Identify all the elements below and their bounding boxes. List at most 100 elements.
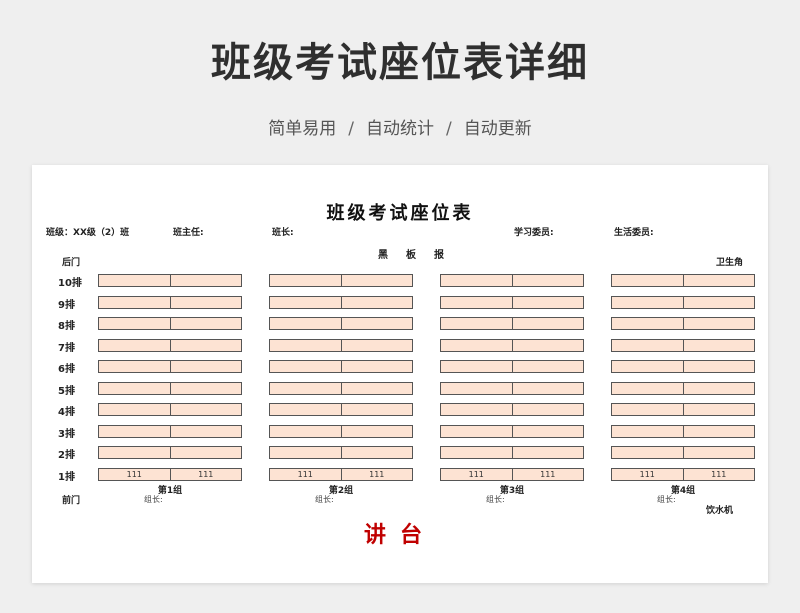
seat-cell[interactable] bbox=[612, 426, 683, 437]
seat-cell[interactable] bbox=[441, 447, 512, 458]
seat-cell[interactable]: 111 bbox=[340, 468, 413, 480]
seat-cell[interactable] bbox=[340, 275, 413, 286]
seat-cell[interactable] bbox=[340, 318, 413, 329]
seat-cell[interactable] bbox=[612, 404, 683, 415]
desk-row bbox=[611, 360, 755, 373]
seat-cell[interactable] bbox=[340, 447, 413, 458]
seat-cell[interactable]: 111 bbox=[682, 468, 755, 480]
seat-cell[interactable] bbox=[169, 275, 242, 286]
seat-cell[interactable] bbox=[441, 297, 512, 308]
seat-cell[interactable] bbox=[441, 426, 512, 437]
seat-cell[interactable] bbox=[612, 275, 683, 286]
desk-row bbox=[269, 446, 413, 459]
seat-cell[interactable] bbox=[682, 447, 755, 458]
seat-cell[interactable] bbox=[169, 296, 242, 308]
seat-cell[interactable]: 111 bbox=[612, 469, 683, 480]
seat-cell[interactable] bbox=[169, 404, 242, 415]
seat-cell[interactable]: 111 bbox=[441, 469, 512, 480]
seat-cell[interactable] bbox=[270, 275, 341, 286]
seat-cell[interactable] bbox=[612, 383, 683, 394]
seat-cell[interactable] bbox=[441, 275, 512, 286]
seat-cell[interactable]: 111 bbox=[270, 469, 341, 480]
seat-cell[interactable] bbox=[270, 361, 341, 372]
seat-cell[interactable] bbox=[270, 404, 341, 415]
blackboard-label: 黑 板 报 bbox=[378, 250, 448, 261]
seat-cell[interactable] bbox=[99, 383, 170, 394]
seat-cell[interactable]: 111 bbox=[169, 468, 242, 480]
seat-cell[interactable] bbox=[511, 318, 584, 329]
seat-cell[interactable] bbox=[612, 361, 683, 372]
desk-row bbox=[98, 403, 242, 416]
seat-cell[interactable] bbox=[270, 426, 341, 437]
seat-cell[interactable] bbox=[511, 296, 584, 308]
desk-row bbox=[98, 338, 242, 352]
seat-cell[interactable]: 111 bbox=[99, 469, 170, 480]
seat-cell[interactable] bbox=[511, 425, 584, 437]
group-name: 第4组 bbox=[670, 485, 696, 496]
seat-cell[interactable] bbox=[511, 447, 584, 458]
seat-cell[interactable] bbox=[270, 447, 341, 458]
seat-cell[interactable] bbox=[612, 297, 683, 308]
row-label: 8排 bbox=[58, 321, 75, 332]
seat-cell[interactable] bbox=[441, 383, 512, 394]
seat-cell[interactable] bbox=[340, 339, 413, 351]
seat-cell[interactable] bbox=[340, 425, 413, 437]
seat-cell[interactable] bbox=[270, 340, 341, 351]
seat-cell[interactable] bbox=[441, 318, 512, 329]
desk-row: 111 111 bbox=[269, 467, 413, 481]
monitor-info: 班长: bbox=[272, 228, 294, 238]
seat-cell[interactable] bbox=[340, 361, 413, 372]
life-rep-info: 生活委员: bbox=[614, 228, 654, 238]
seat-cell[interactable] bbox=[682, 318, 755, 329]
desk-row bbox=[98, 424, 242, 438]
seat-cell[interactable] bbox=[340, 296, 413, 308]
desk-row bbox=[98, 295, 242, 309]
seat-cell[interactable] bbox=[99, 318, 170, 329]
seat-cell[interactable] bbox=[99, 426, 170, 437]
seat-cell[interactable] bbox=[511, 275, 584, 286]
seat-cell[interactable] bbox=[511, 339, 584, 351]
seat-cell[interactable] bbox=[169, 447, 242, 458]
seat-cell[interactable] bbox=[270, 297, 341, 308]
seat-cell[interactable] bbox=[441, 361, 512, 372]
seat-cell[interactable] bbox=[99, 275, 170, 286]
group-leader-label: 组长: bbox=[315, 494, 334, 504]
seat-cell[interactable] bbox=[612, 447, 683, 458]
seat-cell[interactable] bbox=[99, 340, 170, 351]
seat-cell[interactable] bbox=[682, 425, 755, 437]
seat-cell[interactable] bbox=[682, 382, 755, 394]
seat-cell[interactable] bbox=[682, 275, 755, 286]
seat-cell[interactable] bbox=[612, 318, 683, 329]
seat-cell[interactable] bbox=[340, 382, 413, 394]
seat-cell[interactable] bbox=[99, 297, 170, 308]
seat-cell[interactable] bbox=[682, 404, 755, 415]
row-label: 1排 bbox=[58, 471, 75, 483]
seat-cell[interactable] bbox=[169, 339, 242, 351]
seat-cell[interactable] bbox=[99, 404, 170, 415]
seat-cell[interactable] bbox=[441, 340, 512, 351]
desk-row bbox=[440, 446, 584, 459]
seat-cell[interactable] bbox=[169, 382, 242, 394]
seat-cell[interactable]: 111 bbox=[511, 468, 584, 480]
seat-cell[interactable] bbox=[169, 361, 242, 372]
seat-cell[interactable] bbox=[169, 425, 242, 437]
seat-cell[interactable] bbox=[511, 382, 584, 394]
seat-cell[interactable] bbox=[612, 340, 683, 351]
seat-cell[interactable] bbox=[682, 296, 755, 308]
seat-cell[interactable] bbox=[270, 318, 341, 329]
seat-cell[interactable] bbox=[270, 383, 341, 394]
seat-cell[interactable] bbox=[511, 404, 584, 415]
seat-cell[interactable] bbox=[99, 361, 170, 372]
seat-cell[interactable] bbox=[682, 339, 755, 351]
desk-row bbox=[98, 274, 242, 287]
seat-cell[interactable] bbox=[441, 404, 512, 415]
tagline-separator: / bbox=[446, 119, 452, 139]
seat-cell[interactable] bbox=[340, 404, 413, 415]
seat-cell[interactable] bbox=[169, 318, 242, 329]
seat-cell[interactable] bbox=[99, 447, 170, 458]
seat-cell[interactable] bbox=[682, 361, 755, 372]
sanitation-corner-label: 卫生角 bbox=[716, 258, 744, 268]
front-door-label: 前门 bbox=[62, 496, 81, 506]
desk-row: 111 111 bbox=[98, 467, 242, 481]
seat-cell[interactable] bbox=[511, 361, 584, 372]
